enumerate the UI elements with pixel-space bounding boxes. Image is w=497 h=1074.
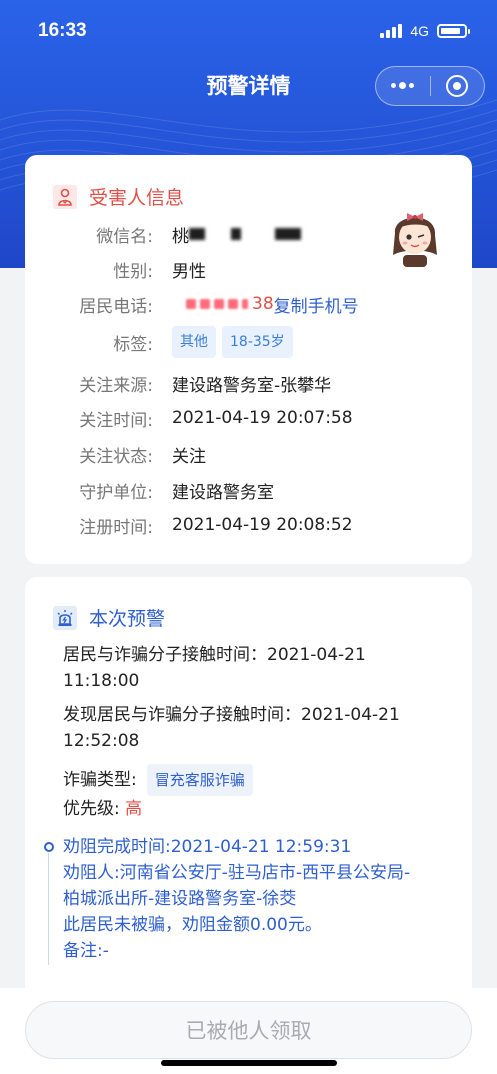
contact-time-line1: 居民与诈骗分子接触时间：2021-04-21 — [63, 645, 366, 665]
victim-section-header: 受害人信息 — [53, 183, 184, 210]
follow-source-row: 关注来源: 建设路警务室-张攀华 — [25, 368, 472, 398]
redaction-block — [275, 228, 301, 240]
target-circle-icon — [446, 75, 469, 97]
guard-unit-row: 守护单位: 建设路警务室 — [25, 475, 472, 505]
more-dots-icon — [391, 82, 415, 89]
redaction-block — [214, 299, 224, 309]
close-button[interactable] — [431, 67, 485, 105]
victim-section-title: 受害人信息 — [89, 187, 185, 209]
found-time: 发现居民与诈骗分子接触时间：2021-04-21 12:52:08 — [63, 702, 400, 754]
contact-time: 居民与诈骗分子接触时间：2021-04-21 11:18:00 — [63, 642, 366, 694]
tags-list: 其他 18-35岁 — [172, 326, 299, 358]
phone-label: 居民电话: — [79, 296, 153, 317]
gender-row: 性别: 男性 — [25, 254, 472, 284]
persuader-line2: 柏城派出所-建设路警务室-徐茭 — [63, 889, 297, 909]
redaction-block — [231, 228, 241, 240]
gender-value: 男性 — [172, 261, 206, 282]
tags-label: 标签: — [113, 334, 153, 355]
battery-icon — [437, 24, 470, 38]
priority-row: 优先级: 高 — [63, 796, 142, 822]
alarm-icon — [53, 605, 77, 630]
guard-unit-value: 建设路警务室 — [172, 482, 274, 503]
wechat-name-row: 微信名: 桃 — [25, 219, 472, 249]
redaction-block — [228, 299, 238, 309]
copy-phone-link[interactable]: 复制手机号 — [274, 292, 359, 317]
follow-source-label: 关注来源: — [79, 375, 153, 396]
claim-button[interactable]: 已被他人领取 — [25, 1001, 472, 1059]
tags-row: 标签: 其他 18-35岁 — [25, 325, 472, 359]
home-indicator — [161, 1060, 337, 1066]
tag-item: 18-35岁 — [222, 326, 293, 358]
phone-row: 居民电话: 38 复制手机号 — [25, 289, 472, 319]
remark: 备注:- — [63, 941, 109, 961]
tag-item: 其他 — [172, 326, 216, 358]
bottom-bar: 已被他人领取 — [0, 988, 497, 1074]
status-time: 16:33 — [38, 20, 87, 41]
status-bar: 16:33 4G — [0, 0, 497, 62]
signal-icon — [380, 24, 403, 38]
redaction-block — [189, 228, 205, 240]
gender-label: 性别: — [113, 261, 153, 282]
follow-status-value: 关注 — [172, 446, 206, 467]
warning-card: 本次预警 居民与诈骗分子接触时间：2021-04-21 11:18:00 发现居… — [25, 577, 472, 997]
wechat-name-label: 微信名: — [96, 226, 153, 247]
phone-suffix: 38 — [252, 294, 274, 314]
status-indicators: 4G — [380, 23, 470, 39]
persuade-result: 此居民未被骗，劝阻金额0.00元。 — [63, 915, 322, 935]
more-button[interactable] — [376, 67, 430, 105]
follow-status-label: 关注状态: — [79, 446, 153, 467]
register-time-row: 注册时间: 2021-04-19 20:08:52 — [25, 510, 472, 540]
network-type: 4G — [410, 23, 429, 39]
redaction-block — [242, 299, 248, 309]
guard-unit-label: 守护单位: — [79, 482, 153, 503]
follow-time-value: 2021-04-19 20:07:58 — [172, 408, 353, 428]
warning-section-title: 本次预警 — [89, 608, 166, 630]
mini-program-capsule — [375, 66, 485, 106]
persuade-done-time: 劝阻完成时间:2021-04-21 12:59:31 — [63, 837, 352, 857]
timeline-dot — [44, 842, 54, 852]
warning-section-header: 本次预警 — [53, 604, 165, 631]
fraud-type-label: 诈骗类型: — [63, 770, 137, 790]
redaction-block — [200, 299, 210, 309]
fraud-type-row: 诈骗类型: 冒充客服诈骗 — [63, 764, 259, 796]
contact-time-line2: 11:18:00 — [63, 671, 140, 691]
found-time-line2: 12:52:08 — [63, 731, 140, 751]
found-time-line1: 发现居民与诈骗分子接触时间：2021-04-21 — [63, 705, 400, 725]
follow-status-row: 关注状态: 关注 — [25, 439, 472, 469]
follow-time-label: 关注时间: — [79, 410, 153, 431]
follow-time-row: 关注时间: 2021-04-19 20:07:58 — [25, 403, 472, 433]
wechat-name-visible: 桃 — [172, 226, 189, 247]
victim-info-card: 受害人信息 微信名: 桃 性别: 男性 居民电话: 38 复制手机号 标签: 其… — [25, 155, 472, 564]
register-time-value: 2021-04-19 20:08:52 — [172, 515, 353, 535]
priority-value: 高 — [125, 799, 143, 819]
follow-source-value: 建设路警务室-张攀华 — [172, 375, 332, 396]
priority-label: 优先级: — [63, 799, 120, 819]
register-time-label: 注册时间: — [79, 517, 153, 538]
wechat-name-value: 桃 — [172, 222, 307, 247]
phone-value: 38 复制手机号 — [172, 292, 359, 317]
person-icon — [53, 184, 77, 209]
fraud-type-tag: 冒充客服诈骗 — [146, 764, 253, 796]
timeline-line — [48, 853, 49, 965]
timeline-entry: 劝阻完成时间:2021-04-21 12:59:31 劝阻人:河南省公安厅-驻马… — [63, 834, 410, 964]
persuader-line1: 劝阻人:河南省公安厅-驻马店市-西平县公安局- — [63, 863, 411, 883]
redaction-block — [186, 299, 196, 309]
